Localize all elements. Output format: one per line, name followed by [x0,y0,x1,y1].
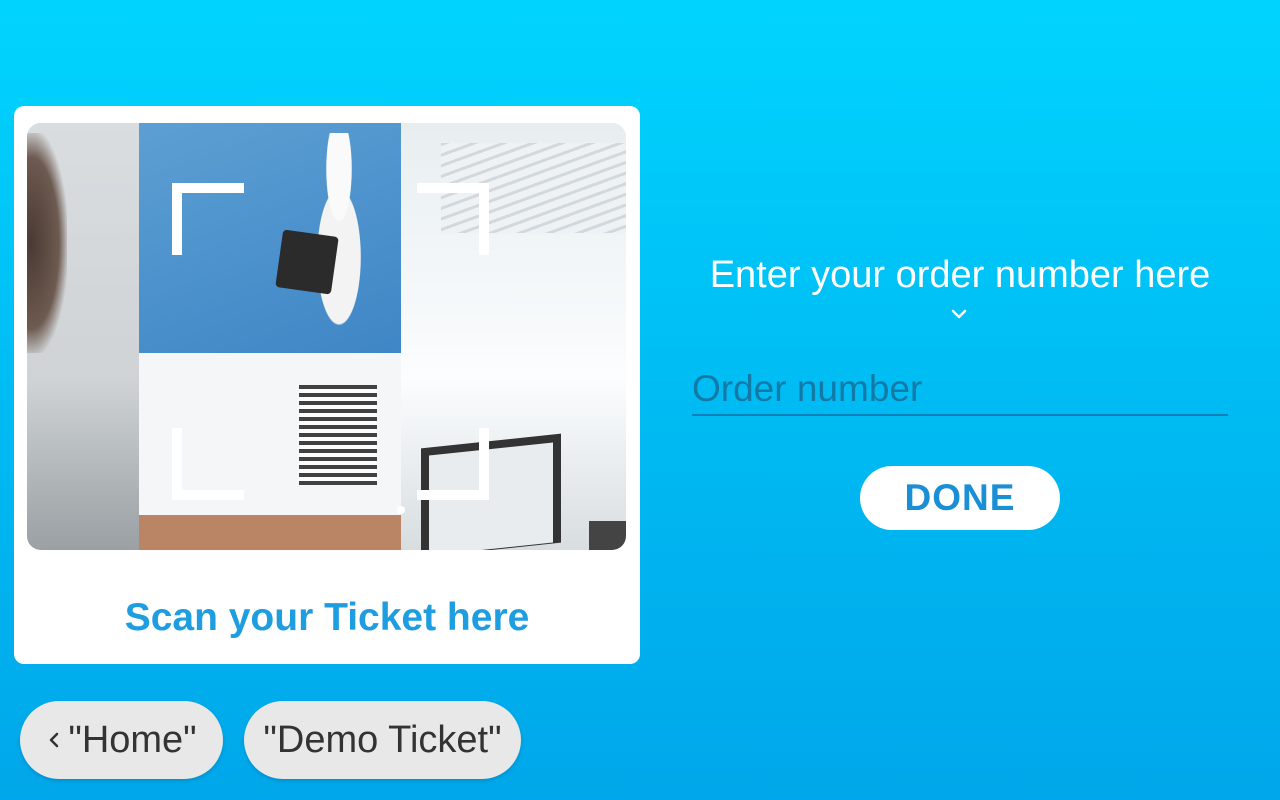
home-chip[interactable]: "Home" [20,701,223,779]
home-chip-label: "Home" [68,718,197,761]
scan-caption: Scan your Ticket here [124,596,530,639]
viewfinder-corner-top-right [417,183,489,255]
order-number-input[interactable] [692,364,1228,416]
chevron-down-icon [951,309,967,319]
viewfinder-corner-bottom-right [417,428,489,500]
chevron-left-icon [50,732,59,748]
viewfinder-corner-top-left [172,183,244,255]
done-button[interactable]: DONE [860,466,1060,530]
camera-preview [27,123,626,550]
order-prompt: Enter your order number here [709,254,1211,296]
demo-ticket-chip[interactable]: "Demo Ticket" [244,701,521,779]
scan-ticket-card: Scan your Ticket here [14,106,640,664]
viewfinder-corner-bottom-left [172,428,244,500]
demo-ticket-chip-label: "Demo Ticket" [263,718,502,761]
qr-code-image [299,385,377,485]
